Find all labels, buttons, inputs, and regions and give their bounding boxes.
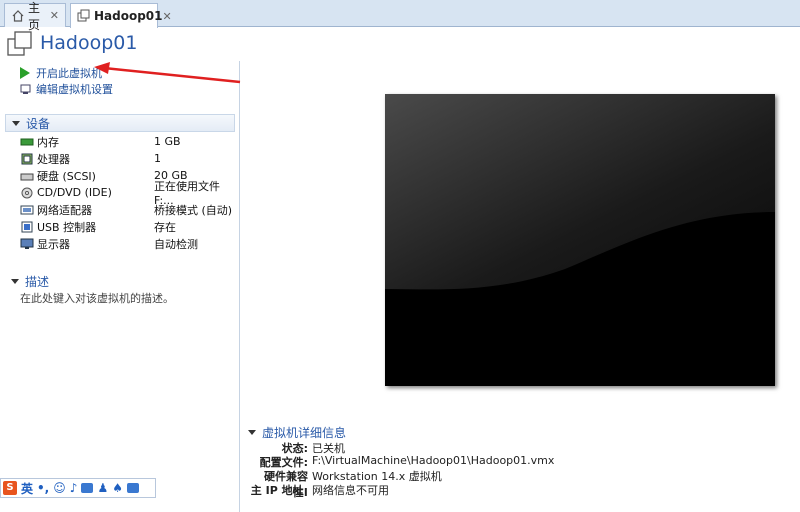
tab-strip: 主页 ✕ Hadoop01 ✕ (0, 0, 800, 32)
detail-value: F:\VirtualMachine\Hadoop01\Hadoop01.vmx (312, 454, 555, 467)
vm-icon (77, 9, 91, 23)
devices-section-header[interactable]: 设备 (5, 114, 235, 132)
ime-logo-icon[interactable]: S (3, 481, 17, 495)
device-name: 硬盘 (SCSI) (37, 169, 96, 183)
detail-key: 硬件兼容性: (264, 470, 308, 499)
device-name: 内存 (37, 135, 59, 149)
close-icon[interactable]: ✕ (163, 10, 172, 23)
device-value: 自动检测 (154, 237, 198, 251)
user-icon[interactable]: ♟ (97, 481, 108, 495)
detail-row-config: 配置文件: F:\VirtualMachine\Hadoop01\Hadoop0… (250, 454, 790, 469)
device-value: 1 (154, 152, 161, 165)
device-name: 网络适配器 (37, 203, 92, 217)
device-row-cd[interactable]: CD/DVD (IDE) 正在使用文件 F:... (20, 180, 235, 207)
cpu-icon (20, 153, 34, 165)
tab-home[interactable]: 主页 ✕ (4, 1, 66, 32)
description-section-header[interactable]: 描述 (5, 272, 235, 290)
screen-gloss (385, 94, 775, 386)
ime-toolbar: S 英 •, ☺ ♪ ♟ ♠ (0, 478, 156, 498)
ime-lang-toggle[interactable]: 英 (21, 480, 33, 497)
device-name: 显示器 (37, 237, 70, 251)
network-icon (20, 204, 34, 216)
ime-punct-toggle[interactable]: •, (37, 481, 49, 495)
detail-row-status: 状态: 已关机 (250, 440, 790, 455)
usb-icon (20, 221, 34, 233)
left-pane: 开启此虚拟机 编辑虚拟机设置 设备 内存 1 GB 处理器 1 硬盘 (SCSI… (0, 61, 240, 512)
tab-hadoop01-label: Hadoop01 (94, 9, 163, 23)
page-title: Hadoop01 (40, 32, 138, 54)
vm-icon (6, 30, 34, 58)
description-field[interactable]: 在此处键入对该虚拟机的描述。 (20, 290, 174, 306)
home-icon (11, 9, 25, 23)
cd-icon (20, 187, 34, 199)
annotation-arrow (94, 62, 241, 84)
device-row-usb[interactable]: USB 控制器 存在 (20, 218, 235, 235)
collapse-icon (248, 430, 256, 435)
detail-row-compat: 硬件兼容性: Workstation 14.x 虚拟机 (250, 468, 790, 499)
devices-section-label: 设备 (26, 116, 51, 131)
device-value: 存在 (154, 220, 176, 234)
mic-icon[interactable]: ♪ (70, 481, 78, 495)
device-name: CD/DVD (IDE) (37, 186, 112, 199)
grid-icon[interactable] (126, 483, 139, 493)
details-section-header[interactable]: 虚拟机详细信息 (248, 424, 346, 441)
detail-key: 配置文件: (259, 456, 308, 469)
memory-icon (20, 136, 34, 148)
detail-value: 已关机 (312, 442, 345, 455)
device-row-monitor[interactable]: 显示器 自动检测 (20, 235, 235, 252)
skin-icon[interactable]: ♠ (112, 481, 123, 495)
keyboard-icon[interactable] (81, 483, 94, 493)
detail-row-ip: 主 IP 地址: 网络信息不可用 (250, 482, 790, 497)
harddisk-icon (20, 170, 34, 182)
settings-icon (20, 83, 32, 95)
collapse-icon (12, 120, 20, 126)
details-section-label: 虚拟机详细信息 (262, 426, 347, 440)
device-name: 处理器 (37, 152, 70, 166)
device-value: 1 GB (154, 135, 181, 148)
close-icon[interactable]: ✕ (50, 9, 59, 22)
play-icon (20, 67, 32, 79)
tab-hadoop01[interactable]: Hadoop01 ✕ (70, 3, 172, 28)
device-value: 桥接模式 (自动) (154, 203, 233, 217)
detail-value: Workstation 14.x 虚拟机 (312, 470, 442, 483)
vm-header: Hadoop01 (0, 28, 800, 60)
detail-key: 状态: (281, 442, 308, 455)
device-row-memory[interactable]: 内存 1 GB (20, 133, 235, 150)
detail-value: 网络信息不可用 (312, 484, 389, 497)
description-section-label: 描述 (25, 274, 50, 289)
monitor-icon (20, 238, 34, 250)
device-row-network[interactable]: 网络适配器 桥接模式 (自动) (20, 201, 235, 218)
vm-screen-preview[interactable] (385, 94, 775, 386)
emoji-icon[interactable]: ☺ (53, 481, 66, 495)
detail-key: 主 IP 地址: (250, 484, 308, 497)
collapse-icon (11, 278, 19, 284)
device-row-cpu[interactable]: 处理器 1 (20, 150, 235, 167)
device-name: USB 控制器 (37, 220, 97, 234)
